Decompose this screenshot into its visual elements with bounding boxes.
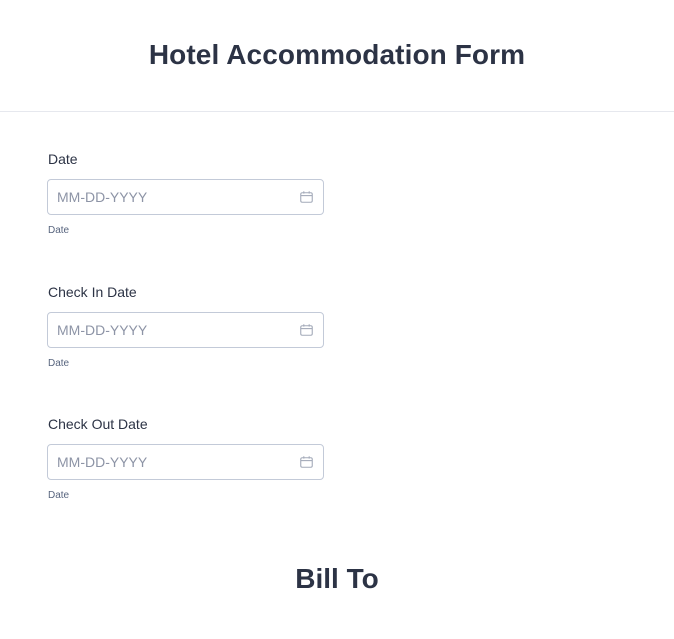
check-out-date-input[interactable] [48,445,287,479]
check-in-date-label: Check In Date [48,284,137,300]
check-in-date-input[interactable] [48,313,287,347]
date-sublabel: Date [48,225,70,236]
calendar-icon[interactable] [300,456,313,468]
date-label: Date [48,151,78,167]
check-out-date-input-box[interactable] [47,444,324,480]
date-input-box[interactable] [47,179,324,215]
form-page: Hotel Accommodation Form Date Date Check… [0,0,674,639]
bill-to-heading: Bill To [295,563,379,594]
form-title: Hotel Accommodation Form [148,38,526,70]
date-input[interactable] [48,180,287,214]
check-in-date-sublabel: Date [48,358,70,369]
check-out-date-sublabel: Date [48,490,70,501]
date-field: Date Date [47,151,324,237]
check-out-date-label: Check Out Date [48,416,148,432]
check-out-date-field: Check Out Date Date [47,416,324,502]
form-header: Hotel Accommodation Form [0,0,674,112]
check-in-date-input-box[interactable] [47,312,324,348]
calendar-icon[interactable] [300,324,313,336]
check-in-date-field: Check In Date Date [47,284,324,370]
calendar-icon[interactable] [300,191,313,203]
